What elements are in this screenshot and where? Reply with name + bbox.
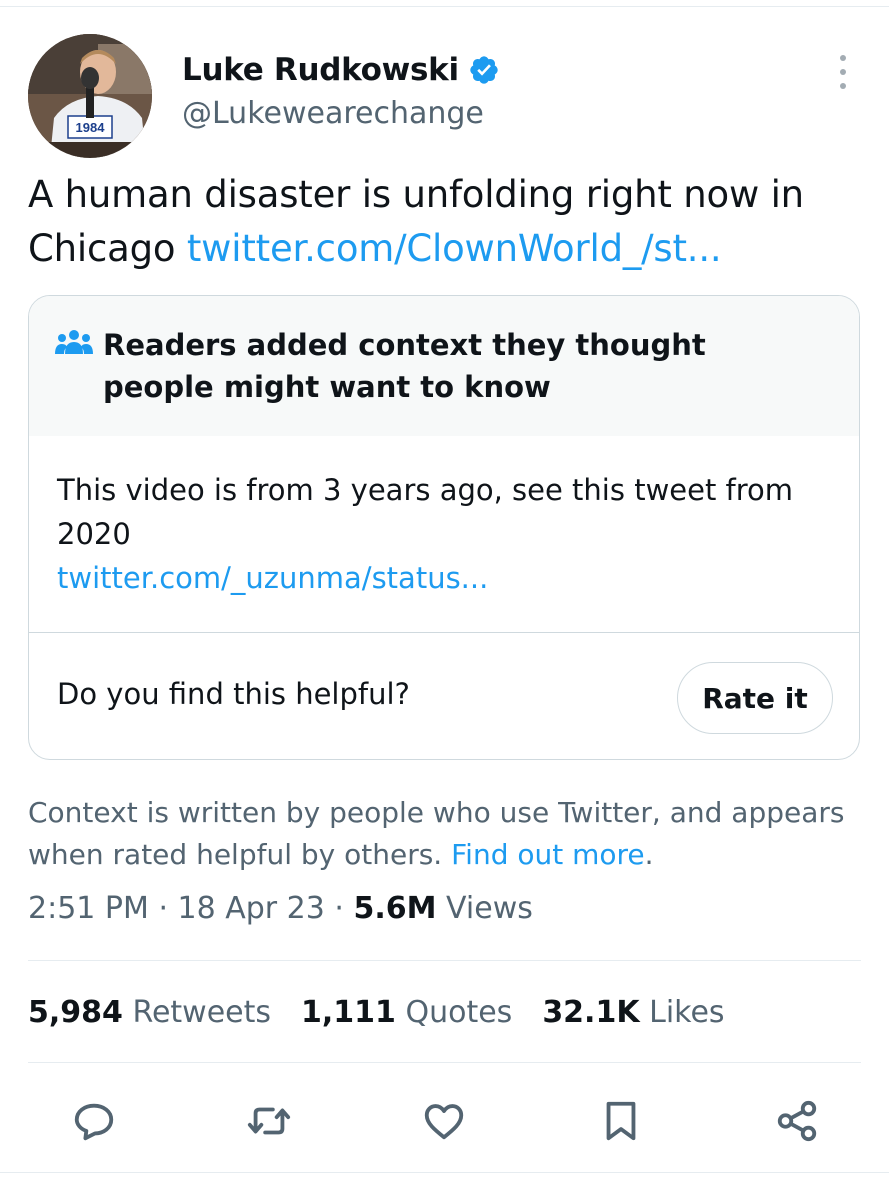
quotes-count: 1,111 — [301, 995, 396, 1030]
quotes-stat[interactable]: 1,111 Quotes — [301, 995, 512, 1030]
community-note-body: This video is from 3 years ago, see this… — [57, 468, 817, 600]
author-name[interactable]: Luke Rudkowski — [182, 52, 459, 88]
community-note-header: Readers added context they thought peopl… — [29, 296, 859, 436]
reply-icon[interactable] — [71, 1098, 117, 1144]
views-label: Views — [446, 891, 533, 926]
share-icon[interactable] — [774, 1098, 820, 1144]
quotes-label: Quotes — [405, 995, 513, 1030]
meta-divider — [28, 960, 861, 961]
avatar-shirt-text: 1984 — [76, 120, 106, 135]
context-disclaimer: Context is written by people who use Twi… — [28, 792, 858, 876]
community-note-title: Readers added context they thought peopl… — [103, 328, 706, 404]
verified-badge-icon — [470, 56, 498, 84]
community-note-divider — [29, 632, 859, 633]
retweets-label: Retweets — [132, 995, 272, 1030]
bottom-divider — [0, 1172, 889, 1173]
stats-divider — [28, 1062, 861, 1063]
tweet-meta: 2:51 PM · 18 Apr 23 · 5.6M Views — [28, 891, 533, 926]
likes-label: Likes — [649, 995, 725, 1030]
retweets-stat[interactable]: 5,984 Retweets — [28, 995, 271, 1030]
retweets-count: 5,984 — [28, 995, 123, 1030]
like-icon[interactable] — [421, 1098, 467, 1144]
retweet-icon[interactable] — [246, 1098, 292, 1144]
rate-it-button[interactable]: Rate it — [677, 662, 833, 734]
author-handle[interactable]: @Lukewearechange — [182, 96, 484, 131]
top-divider — [0, 6, 889, 7]
bookmark-icon[interactable] — [598, 1098, 644, 1144]
find-out-more-link[interactable]: Find out more — [451, 838, 645, 871]
likes-count: 32.1K — [542, 995, 640, 1030]
more-options-icon[interactable] — [826, 52, 860, 92]
context-disclaimer-text: Context is written by people who use Twi… — [28, 796, 845, 871]
community-note: Readers added context they thought peopl… — [28, 295, 860, 760]
helpful-question: Do you find this helpful? — [57, 677, 410, 711]
tweet-text: A human disaster is unfolding right now … — [28, 168, 858, 276]
community-note-link[interactable]: twitter.com/_uzunma/status... — [57, 561, 488, 595]
avatar[interactable]: 1984 — [28, 34, 152, 158]
views-count: 5.6M — [353, 891, 437, 926]
tweet-date[interactable]: 18 Apr 23 — [178, 891, 325, 926]
meta-separator: · — [158, 891, 168, 926]
tweet-link[interactable]: twitter.com/ClownWorld_/st... — [187, 227, 722, 270]
likes-stat[interactable]: 32.1K Likes — [542, 995, 724, 1030]
author-name-row[interactable]: Luke Rudkowski — [182, 52, 500, 88]
people-icon — [55, 330, 93, 354]
community-note-text: This video is from 3 years ago, see this… — [57, 473, 794, 551]
tweet-time[interactable]: 2:51 PM — [28, 891, 149, 926]
meta-separator: · — [334, 891, 344, 926]
tweet-stats: 5,984 Retweets 1,111 Quotes 32.1K Likes — [28, 995, 755, 1030]
context-disclaimer-trailing: . — [644, 838, 654, 871]
